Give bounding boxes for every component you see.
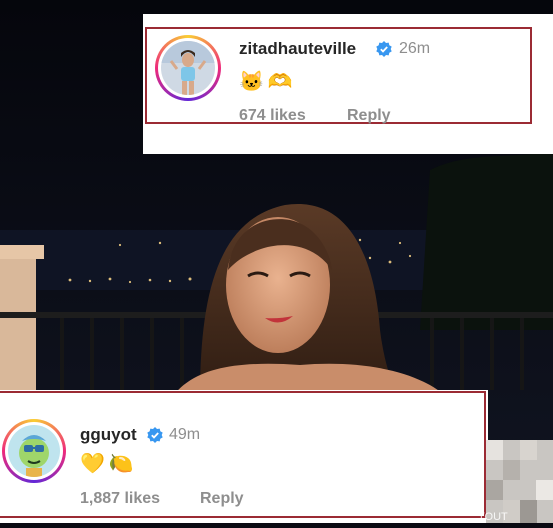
- comment-username[interactable]: zitadhauteville: [239, 39, 356, 59]
- comment-username[interactable]: gguyot: [80, 425, 137, 445]
- profile-photo-icon[interactable]: [161, 41, 215, 95]
- likes-count[interactable]: 674 likes: [239, 107, 306, 125]
- comment-time: 26m: [399, 40, 431, 57]
- reply-button[interactable]: Reply: [200, 490, 244, 508]
- verified-badge-icon: [147, 427, 163, 443]
- comment-text: 💛 🍋: [80, 451, 134, 476]
- heart-hands-emoji-icon: 🫶: [267, 71, 293, 93]
- cat-emoji-icon: 🐱: [239, 71, 264, 93]
- yellow-heart-emoji-icon: 💛: [80, 453, 105, 475]
- verified-badge-icon: [376, 41, 392, 57]
- cartoon-avatar-icon[interactable]: [8, 425, 60, 477]
- comment-card-top: zitadhauteville 26m 🐱 🫶 674 likes Reply: [145, 27, 532, 124]
- comment-text: 🐱 🫶: [239, 69, 293, 94]
- lemon-emoji-icon: 🍋: [108, 453, 134, 475]
- watermark: TOUT: [478, 511, 508, 523]
- likes-count[interactable]: 1,887 likes: [80, 490, 160, 508]
- comment-time: 49m: [169, 426, 201, 443]
- comment-card-bottom: gguyot 49m 💛 🍋 1,887 likes Reply: [0, 391, 486, 518]
- reply-button[interactable]: Reply: [347, 107, 391, 125]
